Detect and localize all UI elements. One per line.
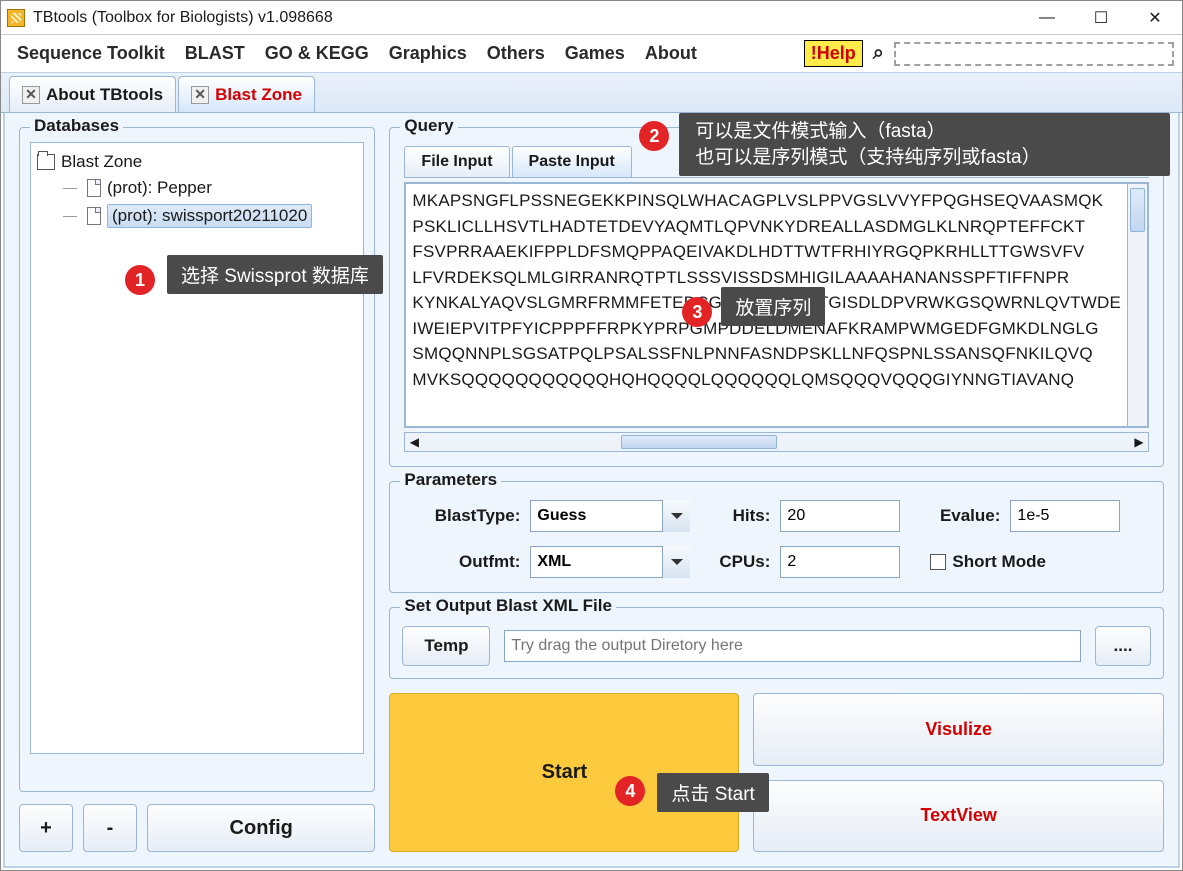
chevron-down-icon[interactable]	[662, 500, 690, 532]
menu-about[interactable]: About	[637, 39, 705, 68]
window-controls: — ☐ ✕	[1020, 1, 1182, 35]
cpus-input[interactable]	[780, 546, 900, 578]
outfmt-label: Outfmt:	[404, 552, 520, 572]
menu-sequence-toolkit[interactable]: Sequence Toolkit	[9, 39, 173, 68]
config-button[interactable]: Config	[147, 804, 375, 852]
menubar: Sequence Toolkit BLAST GO & KEGG Graphic…	[1, 35, 1182, 73]
menu-others[interactable]: Others	[479, 39, 553, 68]
blasttype-label: BlastType:	[404, 506, 520, 526]
close-icon[interactable]: ✕	[191, 86, 209, 104]
menu-games[interactable]: Games	[557, 39, 633, 68]
tab-blast-zone[interactable]: ✕ Blast Zone	[178, 76, 315, 112]
annotation-4: 点击 Start	[657, 773, 768, 812]
parameters-panel: Parameters BlastType: Hits: Evalue: Outf…	[389, 481, 1164, 593]
titlebar: TBtools (Toolbox for Biologists) v1.0986…	[1, 1, 1182, 35]
tab-label: Blast Zone	[215, 85, 302, 105]
parameters-title: Parameters	[400, 470, 501, 490]
app-icon	[7, 9, 25, 27]
tab-label: About TBtools	[46, 85, 163, 105]
checkbox-icon	[930, 554, 946, 570]
annotation-1: 选择 Swissprot 数据库	[167, 255, 383, 294]
tab-file-input[interactable]: File Input	[404, 146, 509, 177]
close-button[interactable]: ✕	[1128, 1, 1182, 35]
query-title: Query	[400, 116, 457, 136]
databases-panel: Databases Blast Zone (prot): Pepper	[19, 127, 375, 792]
scroll-left-icon[interactable]: ◀	[405, 435, 423, 449]
temp-button[interactable]: Temp	[402, 626, 490, 666]
minimize-button[interactable]: —	[1020, 1, 1074, 35]
tree-item-label: (prot): swissport20211020	[107, 204, 312, 228]
output-panel: Set Output Blast XML File Temp ....	[389, 607, 1164, 679]
output-title: Set Output Blast XML File	[400, 596, 615, 616]
left-column: Databases Blast Zone (prot): Pepper	[19, 127, 375, 852]
hits-input[interactable]	[780, 500, 900, 532]
help-button[interactable]: !Help	[804, 40, 863, 67]
action-row: Start Visulize TextView	[389, 693, 1164, 852]
app-window: TBtools (Toolbox for Biologists) v1.0986…	[0, 0, 1183, 871]
scroll-right-icon[interactable]: ▶	[1130, 435, 1148, 449]
annotation-badge-1: 1	[125, 265, 155, 295]
command-input[interactable]	[894, 42, 1174, 66]
file-icon	[87, 207, 101, 225]
cpus-label: CPUs:	[700, 552, 770, 572]
visualize-button[interactable]: Visulize	[753, 693, 1164, 766]
add-database-button[interactable]: +	[19, 804, 73, 852]
tree-item-label: (prot): Pepper	[107, 178, 212, 198]
tree-root[interactable]: Blast Zone	[37, 149, 357, 175]
textview-button[interactable]: TextView	[753, 780, 1164, 853]
menu-graphics[interactable]: Graphics	[381, 39, 475, 68]
search-icon[interactable]: ⌕	[873, 42, 884, 65]
annotation-2: 可以是文件模式输入（fasta） 也可以是序列模式（支持纯序列或fasta）	[679, 113, 1170, 176]
file-icon	[87, 179, 101, 197]
maximize-button[interactable]: ☐	[1074, 1, 1128, 35]
document-tabs: ✕ About TBtools ✕ Blast Zone	[1, 73, 1182, 113]
vertical-scrollbar[interactable]	[1128, 183, 1148, 427]
annotation-3: 放置序列	[721, 287, 825, 326]
evalue-input[interactable]	[1010, 500, 1120, 532]
tree-root-label: Blast Zone	[61, 152, 142, 172]
browse-button[interactable]: ....	[1095, 626, 1151, 666]
tab-paste-input[interactable]: Paste Input	[512, 146, 632, 177]
right-column: Query File Input Paste Input MKAPSNGFLPS…	[389, 127, 1164, 852]
databases-title: Databases	[30, 116, 123, 136]
menu-blast[interactable]: BLAST	[177, 39, 253, 68]
horizontal-scrollbar[interactable]: ◀ ▶	[404, 432, 1149, 452]
database-tree[interactable]: Blast Zone (prot): Pepper (prot): swissp…	[30, 142, 364, 754]
window-title: TBtools (Toolbox for Biologists) v1.0986…	[33, 9, 333, 27]
tree-item[interactable]: (prot): Pepper	[63, 175, 357, 201]
evalue-label: Evalue:	[910, 506, 1000, 526]
tree-item-selected[interactable]: (prot): swissport20211020	[63, 201, 357, 231]
remove-database-button[interactable]: -	[83, 804, 137, 852]
database-buttons: + - Config	[19, 804, 375, 852]
tab-about-tbtools[interactable]: ✕ About TBtools	[9, 76, 176, 112]
folder-icon	[37, 154, 55, 170]
close-icon[interactable]: ✕	[22, 86, 40, 104]
output-path-input[interactable]	[504, 630, 1081, 662]
hits-label: Hits:	[700, 506, 770, 526]
menu-go-kegg[interactable]: GO & KEGG	[257, 39, 377, 68]
content-area: Databases Blast Zone (prot): Pepper	[3, 113, 1180, 868]
shortmode-checkbox[interactable]: Short Mode	[930, 552, 1046, 572]
chevron-down-icon[interactable]	[662, 546, 690, 578]
